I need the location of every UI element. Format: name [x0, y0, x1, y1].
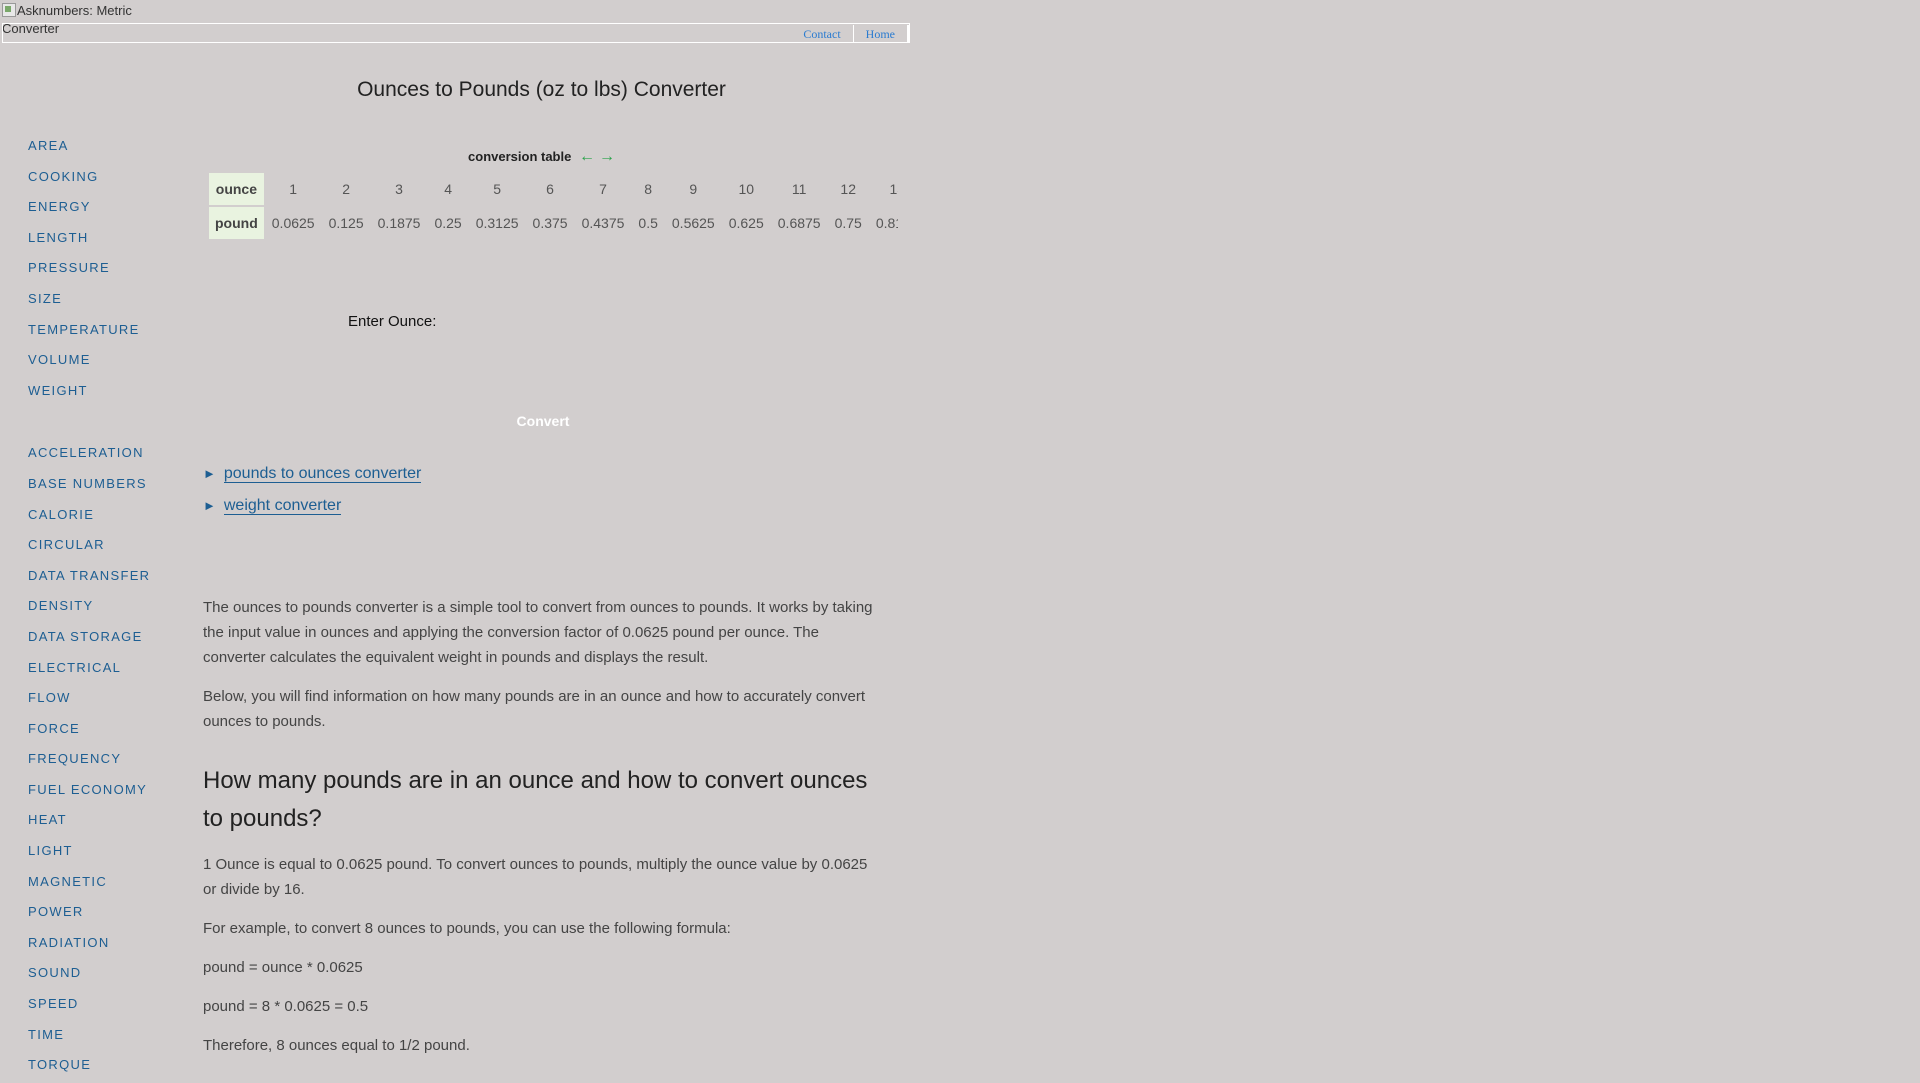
table-cell-pound: 0.375	[532, 215, 568, 231]
sidebar-item-volume[interactable]: VOLUME	[28, 347, 178, 378]
arrow-right-icon[interactable]: →	[599, 148, 615, 165]
page-title: Ounces to Pounds (oz to lbs) Converter	[357, 78, 726, 101]
sidebar-item-calorie[interactable]: CALORIE	[28, 502, 178, 533]
intro-paragraph: The ounces to pounds converter is a simp…	[203, 599, 873, 666]
sidebar-item-circular[interactable]: CIRCULAR	[28, 532, 178, 563]
sidebar-item-fuel-economy[interactable]: FUEL ECONOMY	[28, 777, 178, 808]
sidebar-item-length[interactable]: LENGTH	[28, 225, 178, 256]
sidebar-item-base-numbers[interactable]: BASE NUMBERS	[28, 471, 178, 502]
sidebar-item-acceleration[interactable]: ACCELERATION	[28, 440, 178, 471]
row-header-ounce: ounce	[208, 172, 265, 206]
formula-line: pound = ounce * 0.0625	[203, 959, 363, 976]
list-item: ► pounds to ounces converter	[203, 461, 422, 493]
sidebar-item-size[interactable]: SIZE	[28, 286, 178, 317]
sidebar-item-time[interactable]: TIME	[28, 1022, 178, 1053]
table-cell-pound: 0.125	[328, 215, 364, 231]
table-cell-ounce: 2	[342, 181, 351, 197]
table-cell-pound: 0.5625	[671, 215, 715, 231]
table-cell-pound: 0.75	[834, 215, 862, 231]
conversion-table: ounce 12345678910111213 pound 0.06250.12…	[208, 172, 898, 240]
list-item: ► weight converter	[203, 493, 421, 525]
broken-image-icon	[2, 3, 16, 17]
table-cell-ounce: 12	[840, 181, 856, 197]
sidebar-item-frequency[interactable]: FREQUENCY	[28, 746, 178, 777]
weight-converter-link[interactable]: weight converter	[223, 497, 342, 515]
conversion-table-label: conversion table	[468, 149, 572, 164]
table-cell-ounce: 4	[444, 181, 452, 197]
table-cell-ounce: 7	[599, 181, 607, 197]
triangle-right-icon: ►	[203, 498, 216, 513]
table-cell-pound: 0.25	[434, 215, 462, 231]
sidebar-item-density[interactable]: DENSITY	[28, 593, 178, 624]
sidebar-item-force[interactable]: FORCE	[28, 716, 178, 747]
enter-ounce-label: Enter Ounce:	[348, 313, 437, 330]
sidebar-item-temperature[interactable]: TEMPERATURE	[28, 317, 178, 348]
pounds-to-ounces-link[interactable]: pounds to ounces converter	[223, 465, 422, 483]
top-nav: Contact Home	[791, 24, 909, 44]
article-content: The ounces to pounds converter is a simp…	[203, 595, 883, 1072]
table-cell-ounce: 10	[738, 181, 755, 197]
table-cell-ounce: 1	[289, 181, 298, 197]
table-cell-pound: 0.625	[728, 215, 764, 231]
table-cell-ounce: 3	[395, 181, 403, 197]
related-links: ► pounds to ounces converter ► weight conv…	[203, 461, 422, 525]
sidebar-item-power[interactable]: POWER	[28, 899, 178, 930]
nav-contact-link[interactable]: Contact	[791, 25, 854, 43]
top-bar: Contact Home	[2, 23, 910, 43]
sidebar-item-data-transfer[interactable]: DATA TRANSFER	[28, 563, 178, 594]
row-header-pound: pound	[208, 206, 265, 240]
sidebar-item-torque[interactable]: TORQUE	[28, 1052, 178, 1083]
intro-paragraph-2: Below, you will find information on how …	[203, 688, 866, 730]
triangle-right-icon: ►	[203, 466, 216, 481]
table-row-pound: pound 0.0625 0.125 0.1875 0.25 0.3125 0.375 0.…	[208, 206, 898, 240]
sidebar-item-electrical[interactable]: ELECTRICAL	[28, 655, 178, 686]
sidebar-item-flow[interactable]: FLOW	[28, 685, 178, 716]
table-cell-ounce: 11	[791, 181, 807, 197]
conversion-table-header: conversion table ← →	[203, 148, 880, 166]
example-paragraph: For example, to convert 8 ounces to poun…	[203, 920, 731, 937]
sidebar-item-radiation[interactable]: RADIATION	[28, 930, 178, 961]
formula-line-example: pound = 8 * 0.0625 = 0.5	[203, 998, 369, 1015]
sidebar-item-speed[interactable]: SPEED	[28, 991, 178, 1022]
sidebar-nav: AREA COOKING ENERGY LENGTH PRESSURE SIZE TEMPE…	[28, 133, 178, 1083]
conclusion-paragraph: Therefore, 8 ounces equal to 1/2 pound.	[203, 1037, 470, 1054]
table-cell-pound: 0.0625	[271, 215, 315, 231]
sidebar-item-area[interactable]: AREA	[28, 133, 178, 164]
table-row-ounce: ounce 12345678910111213	[208, 172, 898, 206]
table-cell-ounce: 6	[546, 181, 554, 197]
table-cell-pound: 0.1875	[377, 215, 421, 231]
sidebar-item-heat[interactable]: HEAT	[28, 807, 178, 838]
sidebar-item-cooking[interactable]: COOKING	[28, 164, 178, 195]
conversion-paragraph: 1 Ounce is equal to 0.0625 pound. To con…	[203, 856, 868, 898]
table-cell-ounce: 5	[493, 181, 502, 197]
table-cell-ounce: 9	[689, 181, 698, 197]
table-cell-pound: 0.6875	[777, 215, 821, 231]
table-cell-pound: 0.3125	[475, 215, 519, 231]
table-cell-ounce: 13	[889, 181, 898, 197]
arrow-left-icon[interactable]: ←	[579, 148, 595, 165]
nav-home-link[interactable]: Home	[854, 25, 909, 43]
table-cell-pound: 0.5	[638, 215, 658, 231]
convert-button[interactable]: Convert	[503, 413, 583, 429]
table-cell-ounce: 8	[644, 181, 653, 197]
sidebar-item-data-storage[interactable]: DATA STORAGE	[28, 624, 178, 655]
sidebar-item-energy[interactable]: ENERGY	[28, 194, 178, 225]
sidebar-item-magnetic[interactable]: MAGNETIC	[28, 869, 178, 900]
sidebar-item-light[interactable]: LIGHT	[28, 838, 178, 869]
table-cell-pound: 0.8125	[875, 215, 898, 231]
sidebar-item-weight[interactable]: WEIGHT	[28, 378, 178, 409]
sidebar-item-sound[interactable]: SOUND	[28, 960, 178, 991]
table-cell-pound: 0.4375	[581, 215, 625, 231]
sidebar-item-pressure[interactable]: PRESSURE	[28, 255, 178, 286]
conversion-table-wrapper: ounce 12345678910111213 pound 0.06250.12…	[208, 172, 898, 240]
section-heading: How many pounds are in an ounce and how …	[203, 767, 868, 832]
